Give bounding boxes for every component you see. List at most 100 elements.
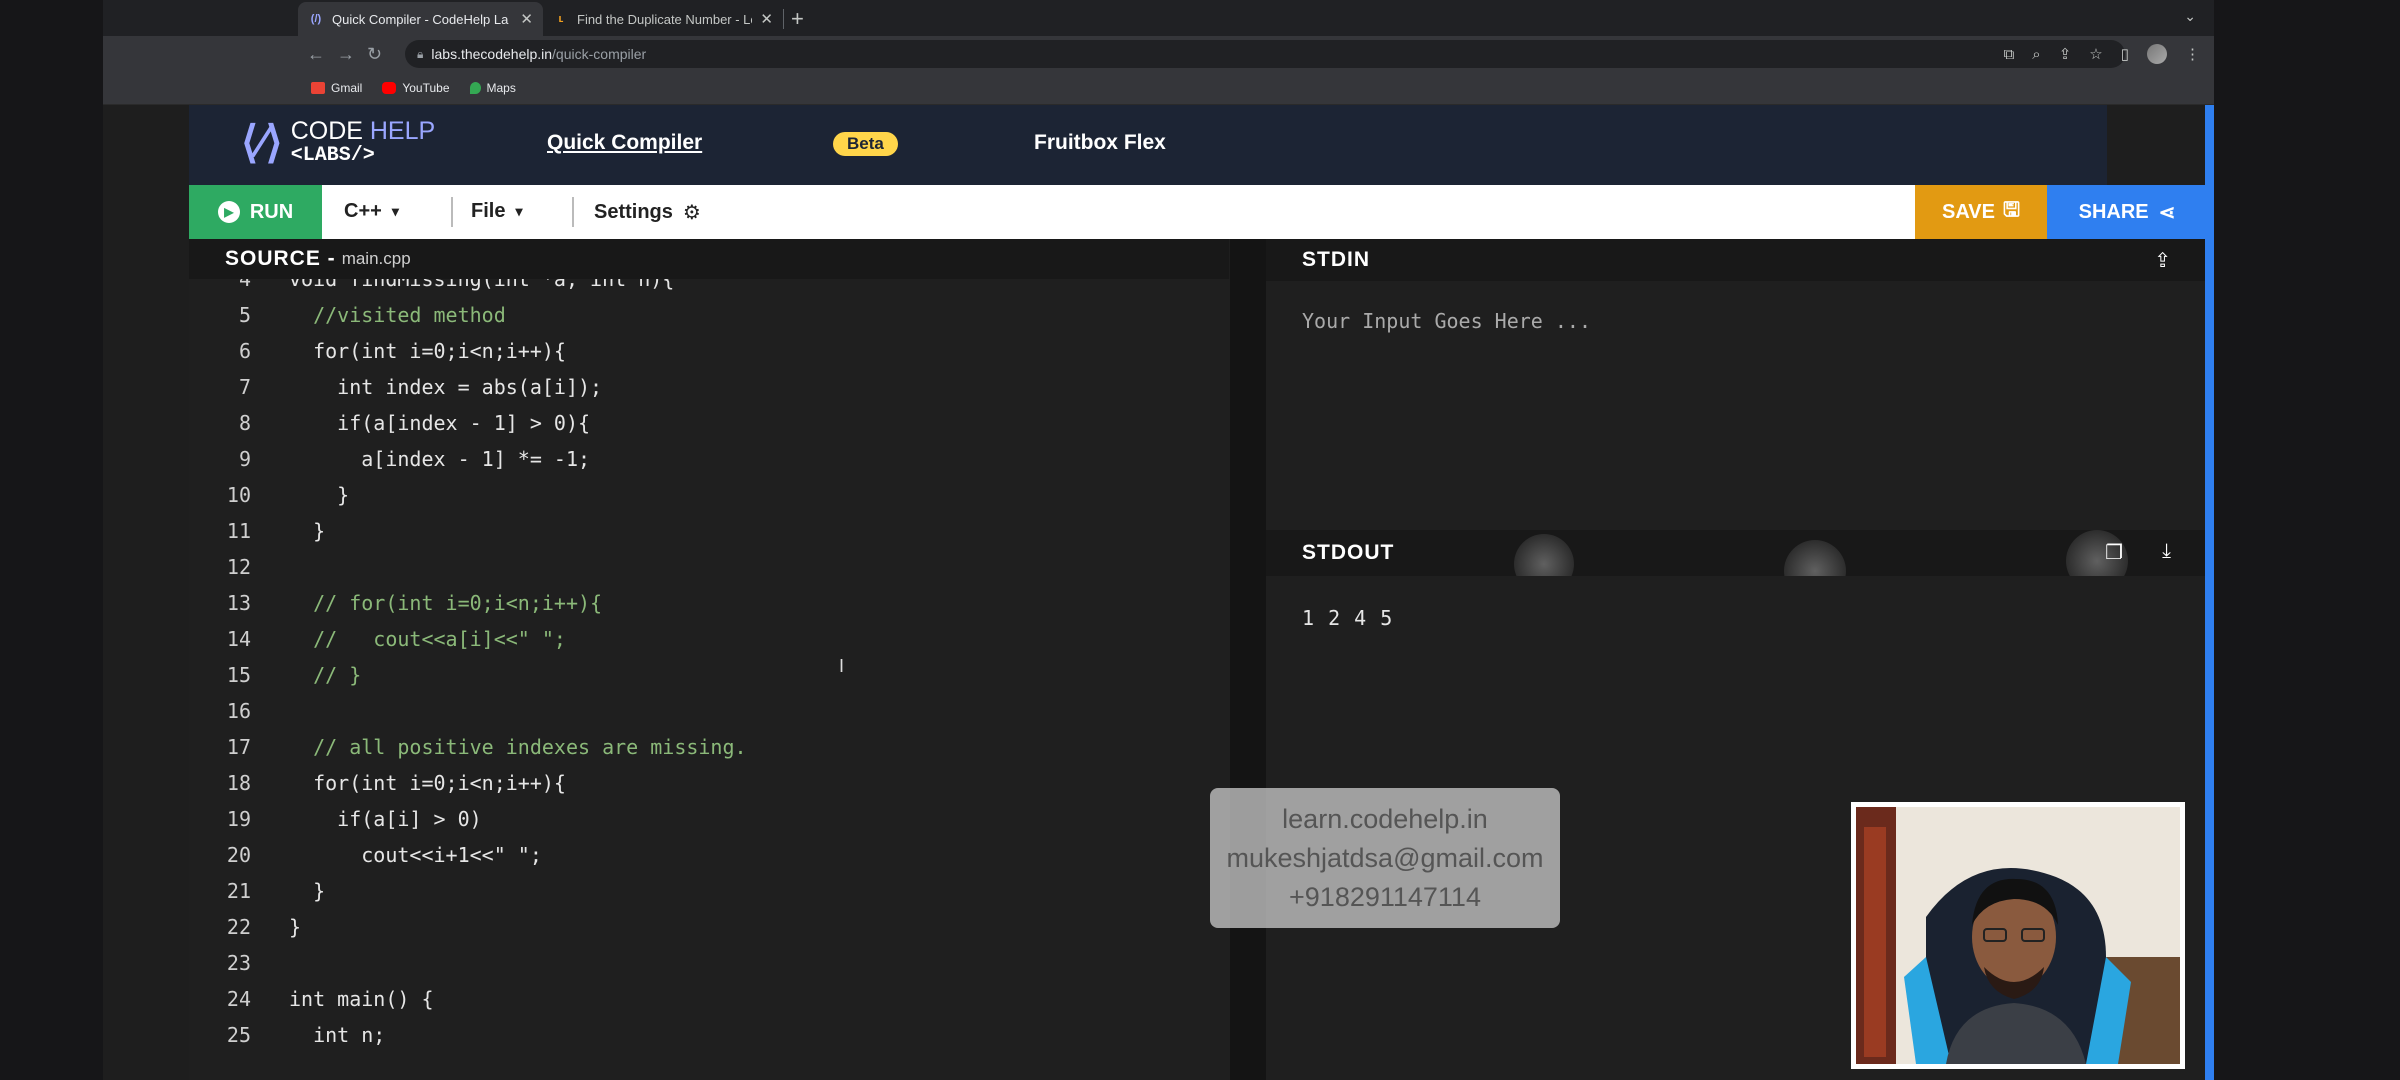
toolbar-icons: ⧉ ⌕ ⇪ ☆ ▯ ⋮ [2004, 44, 2200, 64]
kebab-menu-icon[interactable]: ⋮ [2185, 45, 2200, 63]
side-panel-icon[interactable]: ▯ [2121, 45, 2129, 63]
tab-strip: (/) Quick Compiler - CodeHelp La ✕ ʟ Fin… [103, 0, 2214, 36]
bookmark-maps[interactable]: Maps [469, 81, 516, 95]
code-text: void findMissing(int *a, int n){ [289, 279, 675, 291]
close-tab-icon[interactable]: ✕ [520, 10, 533, 28]
code-line: 14 // cout<<a[i]<<" "; [189, 621, 1189, 657]
line-number: 23 [226, 951, 251, 975]
toolbar-divider [451, 197, 453, 227]
logo-labs-text: <LABS/> [290, 144, 375, 167]
run-button[interactable]: ▶ RUN [189, 185, 322, 239]
tab-search-chevron-icon[interactable]: ⌄ [2184, 8, 2196, 25]
bookmark-star-icon[interactable]: ☆ [2089, 45, 2102, 63]
codehelp-logo[interactable]: ⟨⁄⟩ CODE HELP <LABS/> [241, 117, 436, 168]
code-line: 16 [189, 693, 1189, 729]
site-header: ⟨⁄⟩ CODE HELP <LABS/> Quick Compiler Bet… [189, 105, 2107, 185]
code-text: if(a[i] > 0) [289, 807, 482, 831]
share-button[interactable]: SHARE ⋖ [2047, 185, 2207, 239]
floppy-disk-icon: 🖫 [2002, 199, 2021, 221]
bookmark-youtube[interactable]: YouTube [382, 81, 450, 95]
video-letterbox-right [2214, 0, 2400, 1080]
code-text: int main() { [289, 987, 434, 1011]
code-text: } [289, 519, 326, 543]
language-dropdown[interactable]: C++ ▾ [344, 200, 399, 223]
presenter-image [1856, 807, 2180, 1064]
upload-cloud-icon[interactable]: ⇪ [2154, 248, 2171, 273]
code-text: } [289, 879, 326, 903]
chevron-down-icon: ▾ [391, 203, 399, 219]
code-line: 7 int index = abs(a[i]); [189, 369, 1189, 405]
save-label: SAVE [1941, 200, 1995, 223]
stdin-input[interactable]: Your Input Goes Here ... [1266, 281, 2205, 530]
line-number: 16 [226, 699, 251, 723]
back-arrow-icon[interactable]: ← [307, 44, 325, 64]
code-line: 13 // for(int i=0;i<n;i++){ [189, 585, 1189, 621]
forward-arrow-icon[interactable]: → [337, 44, 355, 64]
install-app-icon[interactable]: ⧉ [2004, 46, 2015, 63]
profile-avatar[interactable] [2147, 44, 2167, 64]
codehelp-favicon-icon: (/) [310, 13, 322, 25]
copy-icon[interactable]: ❐ [2105, 540, 2123, 565]
page-scrollbar[interactable] [2205, 105, 2214, 1080]
file-label: File [471, 200, 506, 222]
line-number: 15 [226, 663, 251, 687]
download-icon[interactable]: ⤓ [2162, 540, 2171, 563]
logo-help-text: HELP [369, 117, 436, 145]
save-button[interactable]: SAVE 🖫 [1915, 185, 2047, 239]
line-number: 4 [238, 279, 251, 291]
nav-quick-compiler[interactable]: Quick Compiler [547, 131, 702, 155]
share-page-icon[interactable]: ⇪ [2059, 45, 2072, 63]
line-number: 17 [226, 735, 251, 759]
address-bar[interactable]: 🔒︎ labs.thecodehelp.in /quick-compiler [405, 40, 2125, 68]
code-text: int index = abs(a[i]); [289, 375, 603, 399]
bookmark-gmail[interactable]: Gmail [311, 81, 362, 95]
stdout-header: STDOUT ❐ ⤓ [1266, 530, 2205, 602]
line-number: 20 [226, 843, 251, 867]
code-text: for(int i=0;i<n;i++){ [289, 339, 566, 363]
stdin-title: STDIN [1302, 248, 1370, 271]
code-line: 17 // all positive indexes are missing. [189, 729, 1189, 765]
line-number: 12 [226, 555, 251, 579]
line-number: 5 [238, 303, 251, 327]
line-number: 21 [226, 879, 251, 903]
line-number: 14 [226, 627, 251, 651]
code-line: 24 int main() { [189, 981, 1189, 1017]
contact-watermark: learn.codehelp.in mukeshjatdsa@gmail.com… [1210, 788, 1560, 928]
code-text: // } [289, 663, 362, 687]
tab-find-duplicate[interactable]: ʟ Find the Duplicate Number - Le ✕ [543, 2, 783, 36]
gear-icon: ⚙ [682, 202, 701, 224]
logo-flame-icon: ⟨⁄⟩ [241, 118, 283, 167]
tab-quick-compiler[interactable]: (/) Quick Compiler - CodeHelp La ✕ [298, 2, 543, 36]
language-label: C++ [344, 200, 382, 222]
new-tab-icon[interactable]: + [791, 6, 804, 32]
line-number: 24 [226, 987, 251, 1011]
tab-separator [783, 9, 784, 29]
nav-fruitbox-flex[interactable]: Fruitbox Flex [1034, 131, 1166, 155]
code-text: // all positive indexes are missing. [289, 735, 747, 759]
panel-divider[interactable] [1230, 239, 1266, 1080]
bookmark-label: Maps [486, 81, 516, 95]
line-number: 25 [226, 1023, 251, 1047]
run-label: RUN [249, 200, 294, 223]
gmail-icon [311, 82, 325, 94]
code-text: if(a[index - 1] > 0){ [289, 411, 591, 435]
reload-icon[interactable]: ↻ [367, 44, 382, 64]
source-filename: main.cpp [341, 249, 411, 268]
close-tab-icon[interactable]: ✕ [760, 10, 773, 28]
line-number: 6 [238, 339, 251, 363]
code-text: } [289, 915, 302, 939]
maps-pin-icon [469, 82, 481, 94]
settings-button[interactable]: Settings ⚙ [594, 200, 701, 225]
browser-toolbar: ← → ↻ 🔒︎ labs.thecodehelp.in /quick-comp… [103, 36, 2214, 72]
stdin-header: STDIN ⇪ [1266, 239, 2205, 281]
code-line: 9 a[index - 1] *= -1; [189, 441, 1189, 477]
stdin-placeholder: Your Input Goes Here ... [1302, 309, 1591, 333]
zoom-icon[interactable]: ⌕ [2032, 46, 2040, 63]
logo-code-text: CODE [290, 117, 363, 145]
code-line: 21 } [189, 873, 1189, 909]
file-dropdown[interactable]: File ▾ [471, 200, 522, 223]
code-line: 12 [189, 549, 1189, 585]
code-editor[interactable]: 4 void findMissing(int *a, int n){ 5 //vi… [189, 279, 1230, 1080]
line-number: 11 [226, 519, 251, 543]
chevron-down-icon: ▾ [515, 203, 523, 219]
